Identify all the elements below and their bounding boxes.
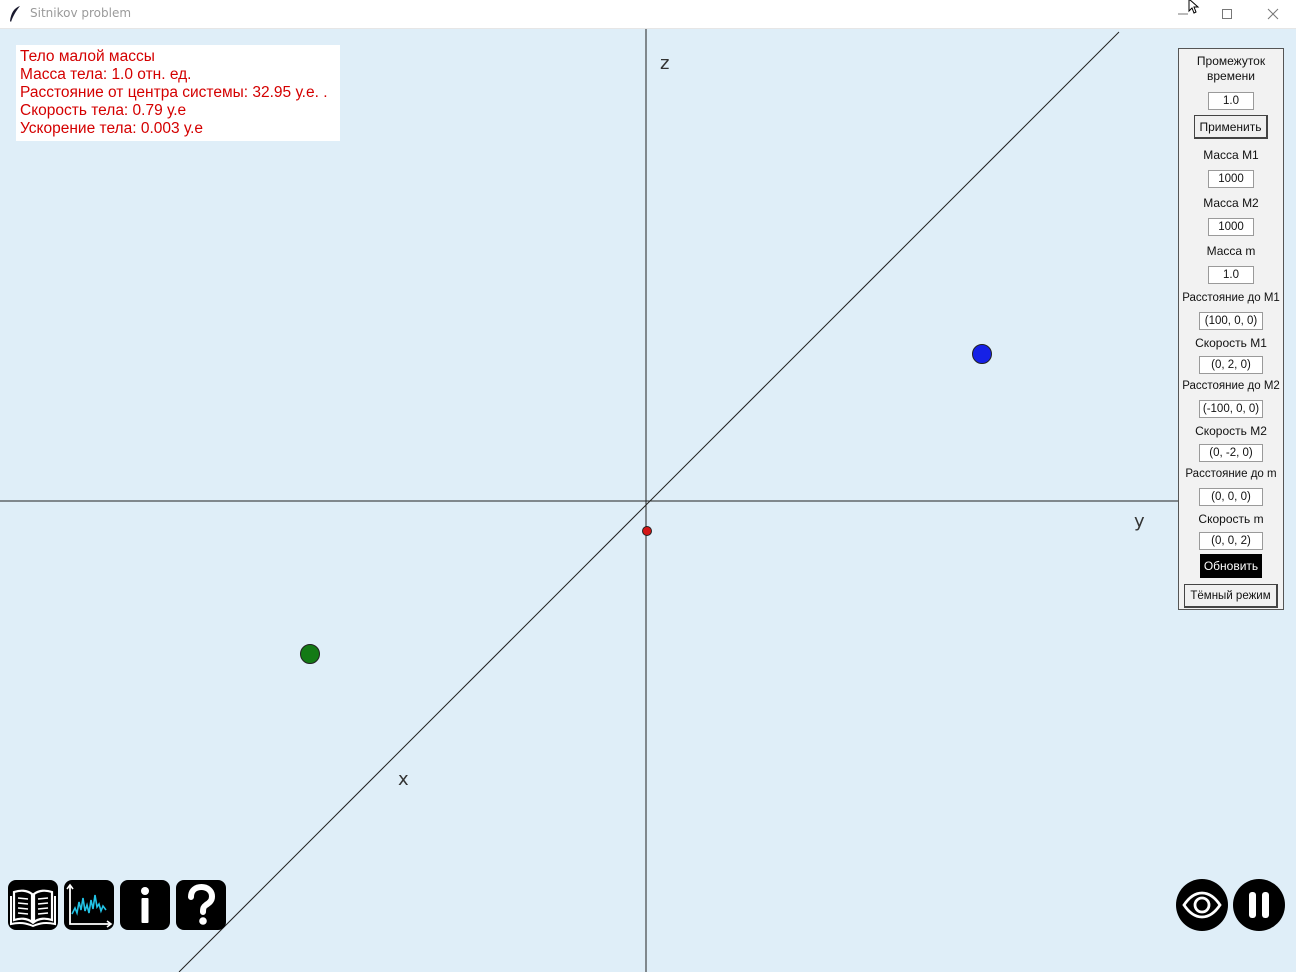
- info-icon: [141, 887, 149, 923]
- pause-button[interactable]: [1233, 879, 1285, 931]
- velocity-m1-input[interactable]: (0, 2, 0): [1199, 356, 1263, 374]
- info-button[interactable]: [120, 880, 170, 930]
- distance-m-input[interactable]: (0, 0, 0): [1199, 488, 1263, 506]
- help-icon: [188, 883, 216, 925]
- simulation-canvas[interactable]: z y x Тело малой массы Масса тела: 1.0 о…: [0, 29, 1296, 972]
- axes-lines: [0, 29, 1178, 972]
- close-icon: [1267, 8, 1279, 20]
- view-toggle-button[interactable]: [1176, 879, 1228, 931]
- time-interval-label: Промежуток времени: [1196, 54, 1266, 83]
- maximize-button[interactable]: [1204, 0, 1250, 28]
- velocity-m1-label: Скорость M1: [1195, 336, 1267, 350]
- info-title: Тело малой массы: [20, 48, 155, 65]
- distance-m1-input[interactable]: (100, 0, 0): [1199, 312, 1263, 330]
- velocity-m-label: Скорость m: [1198, 512, 1264, 526]
- velocity-m2-input[interactable]: (0, -2, 0): [1199, 444, 1263, 462]
- velocity-m2-label: Скорость M2: [1195, 424, 1267, 438]
- chart-button[interactable]: [64, 880, 114, 930]
- feather-icon: [10, 6, 20, 22]
- mass-m2-input[interactable]: 1000: [1208, 218, 1254, 236]
- x-axis-label: x: [398, 769, 409, 790]
- body-m1: [972, 344, 992, 364]
- velocity-m-input[interactable]: (0, 0, 2): [1199, 532, 1263, 550]
- eye-icon: [1182, 891, 1222, 919]
- distance-m-label: Расстояние до m: [1185, 468, 1277, 480]
- mass-m-label: Масса m: [1206, 244, 1256, 258]
- mass-m1-label: Масса M1: [1203, 148, 1259, 162]
- window-title: Sitnikov problem: [30, 6, 132, 20]
- distance-m2-label: Расстояние до M2: [1182, 380, 1280, 392]
- z-axis-label: z: [660, 53, 670, 74]
- info-panel: Тело малой массы Масса тела: 1.0 отн. ед…: [16, 45, 340, 141]
- help-button[interactable]: [176, 880, 226, 930]
- distance-m2-input[interactable]: (-100, 0, 0): [1199, 400, 1263, 418]
- x-axis-line: [178, 31, 1120, 972]
- close-button[interactable]: [1250, 0, 1296, 28]
- maximize-icon: [1222, 9, 1232, 19]
- time-interval-input[interactable]: 1.0: [1208, 92, 1254, 110]
- info-velocity: Скорость тела: 0.79 у.е: [20, 102, 187, 119]
- mouse-cursor-icon: [1188, 0, 1200, 14]
- distance-m1-label: Расстояние до M1: [1182, 292, 1280, 304]
- y-axis-label: y: [1134, 511, 1145, 532]
- body-m2: [300, 644, 320, 664]
- info-mass: Масса тела: 1.0 отн. ед.: [20, 66, 192, 83]
- update-button[interactable]: Обновить: [1200, 554, 1262, 578]
- small-body-m: [642, 526, 652, 536]
- mass-m1-input[interactable]: 1000: [1208, 170, 1254, 188]
- chart-icon: [66, 883, 113, 928]
- mass-m-input[interactable]: 1.0: [1208, 266, 1254, 284]
- control-panel: Промежуток времени 1.0 Применить Масса M…: [1178, 48, 1284, 610]
- book-button[interactable]: [8, 880, 58, 930]
- book-icon: [10, 889, 56, 928]
- dark-mode-button[interactable]: Тёмный режим: [1184, 584, 1278, 608]
- title-bar: Sitnikov problem: [0, 0, 1296, 29]
- info-distance: Расстояние от центра системы: 32.95 у.е.…: [20, 84, 328, 101]
- pause-icon: [1249, 892, 1269, 918]
- mass-m2-label: Масса M2: [1203, 196, 1259, 210]
- info-acceleration: Ускорение тела: 0.003 у.е: [20, 120, 204, 137]
- apply-button[interactable]: Применить: [1194, 115, 1268, 139]
